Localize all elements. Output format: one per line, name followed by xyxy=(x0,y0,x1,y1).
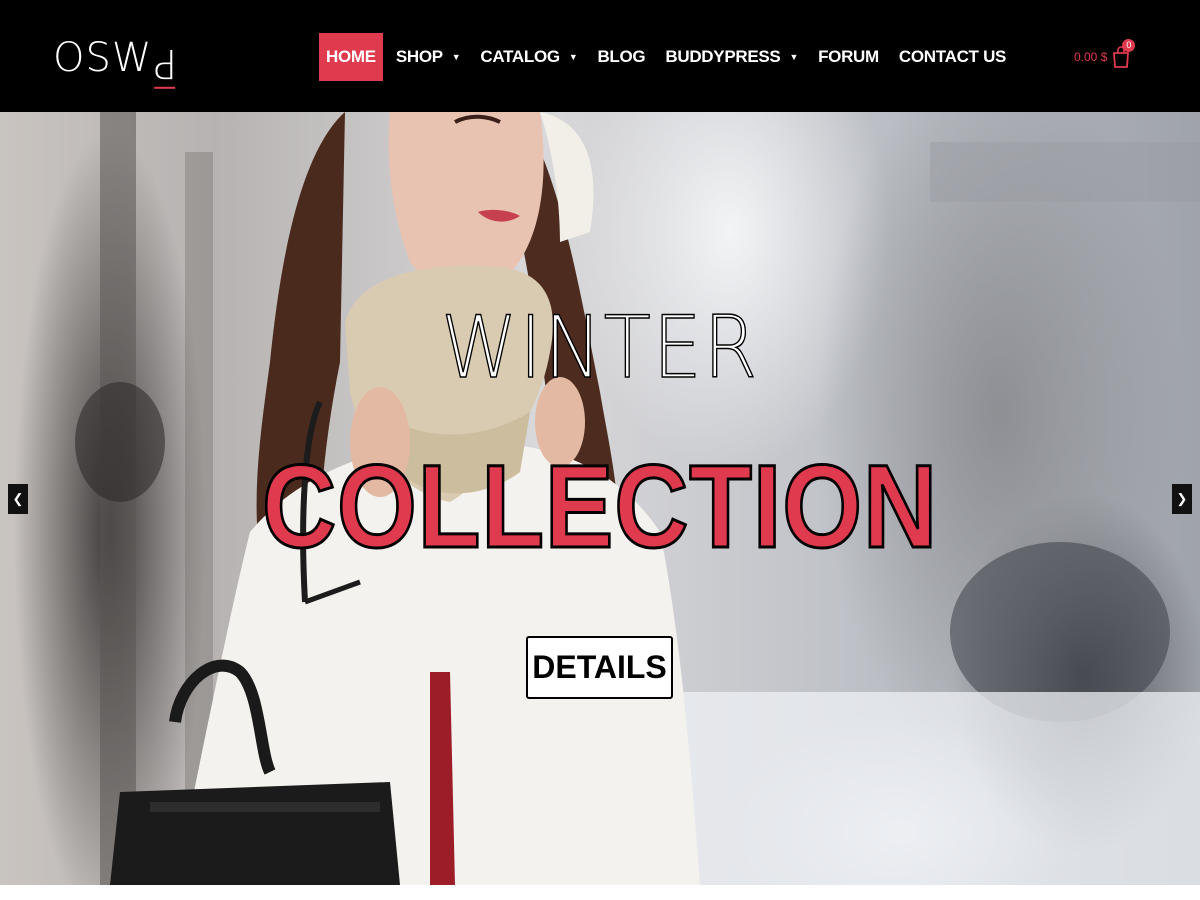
nav-item-label: FORUM xyxy=(818,47,879,66)
nav-item-shop[interactable]: SHOP ▼ xyxy=(389,33,468,81)
nav-item-label: HOME xyxy=(326,47,376,66)
nav-item-blog[interactable]: BLOG xyxy=(590,33,652,81)
caret-down-icon: ▼ xyxy=(451,52,461,62)
slide-title-secondary: COLLECTION xyxy=(261,441,939,573)
nav-item-label: CONTACT US xyxy=(898,47,1007,66)
nav-item-label: CATALOG xyxy=(480,47,560,66)
details-button[interactable]: DETAILS xyxy=(526,636,673,699)
shopping-bag-icon: 0 xyxy=(1112,39,1136,69)
caret-down-icon: ▼ xyxy=(789,52,799,62)
nav-item-label: BLOG xyxy=(597,47,646,66)
nav-item-home[interactable]: HOME xyxy=(319,33,383,81)
nav-item-forum[interactable]: FORUM xyxy=(811,33,886,81)
site-header: OSWP HOME SHOP ▼ CATALOG ▼ BLOG BUDDYPRE… xyxy=(0,0,1200,112)
main-nav: HOME SHOP ▼ CATALOG ▼ BLOG BUDDYPRESS ▼ … xyxy=(319,33,1019,81)
nav-item-buddypress[interactable]: BUDDYPRESS ▼ xyxy=(658,33,805,81)
nav-item-label: BUDDYPRESS xyxy=(665,47,781,66)
site-logo[interactable]: OSWP xyxy=(53,34,178,86)
cart-count-badge: 0 xyxy=(1122,39,1136,52)
logo-accent: P xyxy=(152,39,178,86)
slide-title-primary: WINTER xyxy=(60,297,1140,399)
caret-down-icon: ▼ xyxy=(568,52,578,62)
slide-title-primary-text: WINTER xyxy=(440,297,760,399)
chevron-right-icon: ❯ xyxy=(1176,491,1188,506)
slider-next-button[interactable]: ❯ xyxy=(1172,484,1192,514)
nav-item-catalog[interactable]: CATALOG ▼ xyxy=(473,33,584,81)
page-bottom-strip xyxy=(0,885,1200,900)
nav-item-contact-us[interactable]: CONTACT US xyxy=(892,33,1013,81)
chevron-left-icon: ❮ xyxy=(12,491,24,506)
logo-text: OSW xyxy=(53,35,153,81)
hero-slider: WINTER COLLECTION DETAILS ❮ ❯ xyxy=(0,112,1200,885)
nav-item-label: SHOP xyxy=(395,47,443,66)
slider-prev-button[interactable]: ❮ xyxy=(8,484,28,514)
cart-total: 0.00 $ xyxy=(1074,50,1108,64)
cart-link[interactable]: 0.00 $ 0 xyxy=(1074,39,1136,74)
